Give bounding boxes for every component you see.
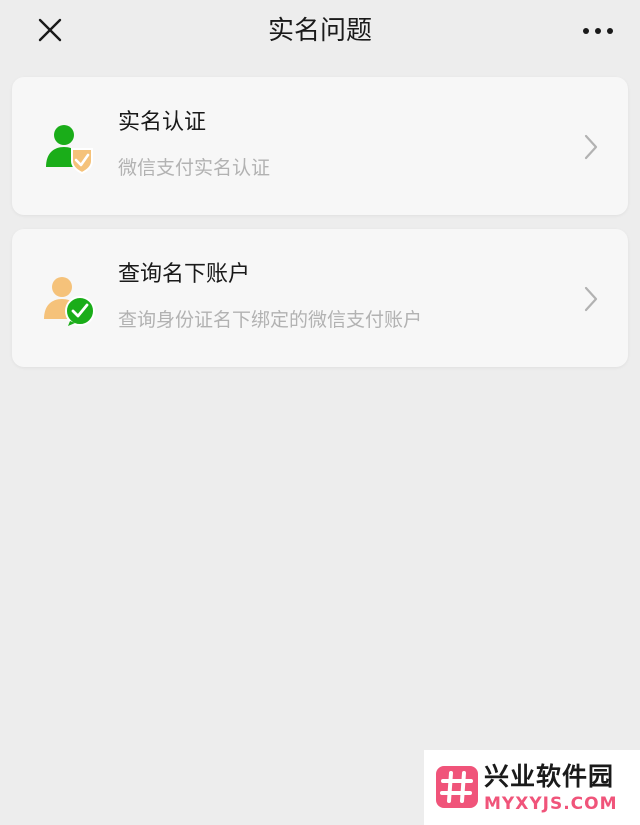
card-subtitle: 微信支付实名认证 bbox=[118, 157, 271, 179]
navigation-bar: 实名问题 bbox=[0, 0, 640, 62]
page-title: 实名问题 bbox=[267, 16, 372, 46]
query-accounts-card[interactable]: 查询名下账户 查询身份证名下绑定的微信支付账户 bbox=[12, 229, 628, 367]
hash-logo-icon bbox=[436, 766, 478, 808]
real-name-verification-card[interactable]: 实名认证 微信支付实名认证 bbox=[12, 77, 628, 215]
chevron-right-icon bbox=[582, 285, 600, 313]
watermark: 兴业软件园 MYXYJS.COM bbox=[424, 750, 640, 825]
watermark-name-en: MYXYJS.COM bbox=[484, 794, 618, 814]
card-title: 查询名下账户 bbox=[118, 262, 251, 287]
card-title: 实名认证 bbox=[118, 110, 207, 135]
card-subtitle: 查询身份证名下绑定的微信支付账户 bbox=[118, 309, 423, 331]
chevron-right-icon bbox=[582, 133, 600, 161]
user-wechat-icon bbox=[42, 271, 98, 327]
more-dots-icon bbox=[583, 28, 613, 34]
watermark-name-cn: 兴业软件园 bbox=[484, 762, 615, 791]
user-shield-icon bbox=[42, 119, 98, 175]
more-options-button[interactable] bbox=[578, 14, 618, 48]
